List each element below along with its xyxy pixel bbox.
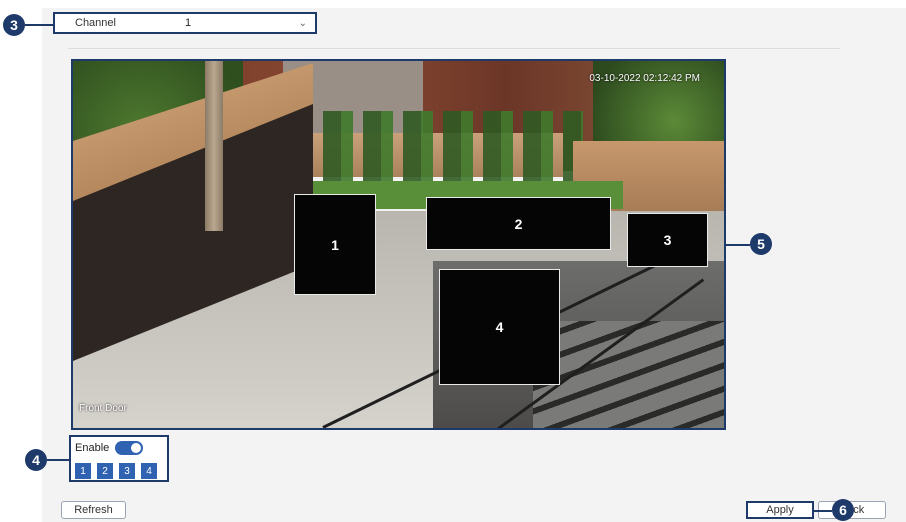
scene-tree-trunk [205,61,223,231]
callout-badge-6: 6 [832,499,854,521]
enable-toggle[interactable] [115,441,144,455]
channel-row: Channel 1 ⌄ [53,12,317,34]
zone-button-3[interactable]: 3 [119,463,135,479]
zone-button-2[interactable]: 2 [97,463,113,479]
enable-label: Enable [75,442,110,454]
video-timestamp: 03-10-2022 02:12:42 PM [589,73,700,84]
camera-preview[interactable]: 1 2 3 4 03-10-2022 02:12:42 PM Front Doo… [71,59,726,430]
toggle-knob [131,443,142,453]
enable-panel: Enable 1 2 3 4 [69,435,169,482]
privacy-mask-3[interactable]: 3 [627,213,708,267]
callout-leader-3 [25,24,53,26]
zone-button-1[interactable]: 1 [75,463,91,479]
callout-badge-4: 4 [25,449,47,471]
channel-value: 1 [185,17,192,29]
zone-buttons: 1 2 3 4 [75,463,157,479]
callout-leader-4 [47,459,69,461]
channel-label: Channel [75,17,116,29]
channel-select[interactable]: 1 ⌄ [175,17,315,29]
divider [68,48,840,49]
zone-button-4[interactable]: 4 [141,463,157,479]
privacy-mask-4[interactable]: 4 [439,269,560,385]
apply-button[interactable]: Apply [746,501,814,519]
scene-stairs [533,321,724,428]
privacy-mask-2[interactable]: 2 [426,197,611,250]
chevron-down-icon: ⌄ [298,17,307,29]
refresh-button[interactable]: Refresh [61,501,126,519]
scene-hedges [283,111,583,181]
callout-leader-6 [814,510,832,512]
callout-leader-5 [726,244,750,246]
camera-name: Front Door [79,403,127,414]
callout-badge-3: 3 [3,14,25,36]
privacy-mask-1[interactable]: 1 [294,194,376,295]
callout-badge-5: 5 [750,233,772,255]
enable-row: Enable [75,441,144,455]
